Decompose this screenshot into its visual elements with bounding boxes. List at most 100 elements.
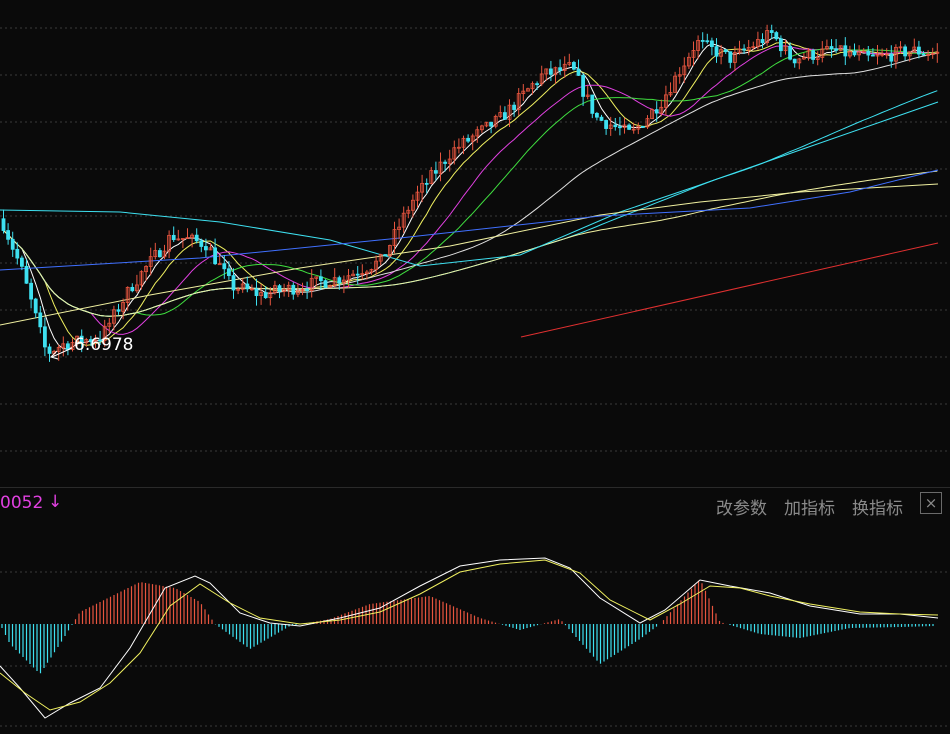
ma-line-long-d: [520, 242, 939, 338]
candle-down: [323, 280, 328, 288]
ma-line-250: [3, 170, 938, 317]
candle-down: [203, 246, 208, 251]
macd-header: 0052 ↓ 改参数 加指标 换指标 ×: [0, 490, 950, 519]
candle-down: [641, 125, 645, 128]
candle-down: [779, 38, 783, 52]
candle-down: [6, 230, 10, 240]
candle-down: [1, 218, 6, 231]
candle-down: [245, 283, 250, 290]
candle-down: [305, 289, 310, 292]
candle-down: [254, 288, 259, 297]
candle-down: [47, 346, 52, 354]
candle-down: [19, 257, 24, 267]
candle-down: [15, 248, 20, 259]
candle-down: [33, 298, 38, 314]
down-arrow-icon: ↓: [48, 492, 63, 512]
candle-down: [355, 273, 360, 276]
candle-down: [714, 46, 719, 57]
candle-down: [590, 94, 595, 114]
candle-down: [38, 312, 43, 328]
candle-down: [116, 309, 121, 312]
candle-down: [829, 46, 834, 50]
candle-down: [318, 276, 323, 282]
candle-down: [24, 265, 29, 284]
moving-average-lines: [0, 36, 939, 350]
candle-down: [10, 238, 15, 250]
candle-down: [231, 275, 236, 291]
candle-down: [917, 46, 921, 55]
candle-up: [217, 263, 222, 266]
candle-down: [199, 240, 204, 247]
candle-down: [627, 124, 631, 130]
macd-dea-line: [0, 559, 939, 711]
candle-down: [774, 32, 779, 40]
candle-down: [130, 286, 135, 292]
candle-down: [433, 170, 438, 174]
candle-down: [599, 116, 604, 121]
candle-down: [222, 263, 227, 270]
candle-down: [871, 54, 875, 57]
add-indicator-button[interactable]: 加指标: [784, 494, 835, 519]
macd-value: 0052: [0, 493, 44, 513]
candle-down: [424, 182, 429, 185]
close-icon[interactable]: ×: [920, 492, 942, 514]
candle-down: [194, 234, 199, 242]
ma-line-30: [3, 48, 938, 317]
candle-down: [903, 46, 907, 57]
ma-line-60: [3, 52, 938, 317]
candle-down: [383, 254, 388, 257]
candle-down: [572, 62, 576, 70]
candle-down: [700, 40, 705, 42]
price-chart[interactable]: 6.6978: [0, 0, 950, 488]
candle-down: [852, 50, 857, 56]
candle-down: [710, 40, 714, 48]
price-grid: [0, 27, 950, 452]
ma-line-long-a: [0, 101, 939, 267]
candle-down: [613, 124, 618, 128]
ma-line-long-c: [0, 169, 939, 271]
candle-down: [595, 112, 599, 118]
candle-down: [291, 284, 296, 295]
candle-down: [811, 50, 815, 60]
candle-down: [866, 50, 871, 56]
macd-chart[interactable]: [0, 488, 950, 734]
candle-down: [43, 326, 47, 348]
candle-down: [213, 247, 218, 265]
candle-down: [654, 109, 659, 114]
candle-down: [834, 48, 838, 51]
macd-dif-line: [0, 557, 939, 719]
candle-down: [742, 48, 746, 51]
candle-down: [549, 68, 553, 75]
candle-down: [558, 67, 562, 71]
candle-down: [604, 120, 608, 129]
candle-down: [728, 51, 733, 63]
candle-down: [760, 39, 765, 44]
candle-down: [535, 83, 539, 86]
candle-down: [263, 292, 268, 299]
candle-down: [502, 112, 507, 120]
candle-down: [443, 161, 448, 164]
candle-down: [576, 68, 581, 76]
candle-down: [788, 45, 792, 60]
candle-down: [792, 58, 797, 64]
modify-params-button[interactable]: 改参数: [716, 494, 767, 519]
candle-down: [769, 30, 774, 33]
candle-down: [581, 75, 585, 97]
ma-line-10: [3, 41, 938, 346]
switch-indicator-button[interactable]: 换指标: [852, 494, 903, 519]
ma-line-long-b: [0, 183, 939, 326]
candle-down: [29, 282, 34, 300]
candle-down: [723, 49, 728, 53]
ma-line-20: [3, 45, 938, 335]
candle-down: [843, 45, 848, 57]
candle-down: [171, 234, 176, 241]
ma-line-120: [3, 90, 938, 317]
candle-down: [337, 277, 342, 284]
macd-lines: [0, 557, 939, 719]
candle-down: [66, 343, 70, 350]
candle-down: [705, 40, 710, 43]
candle-down: [226, 268, 231, 276]
candle-down: [466, 137, 471, 142]
candle-down: [512, 104, 516, 110]
candle-down: [921, 53, 926, 56]
